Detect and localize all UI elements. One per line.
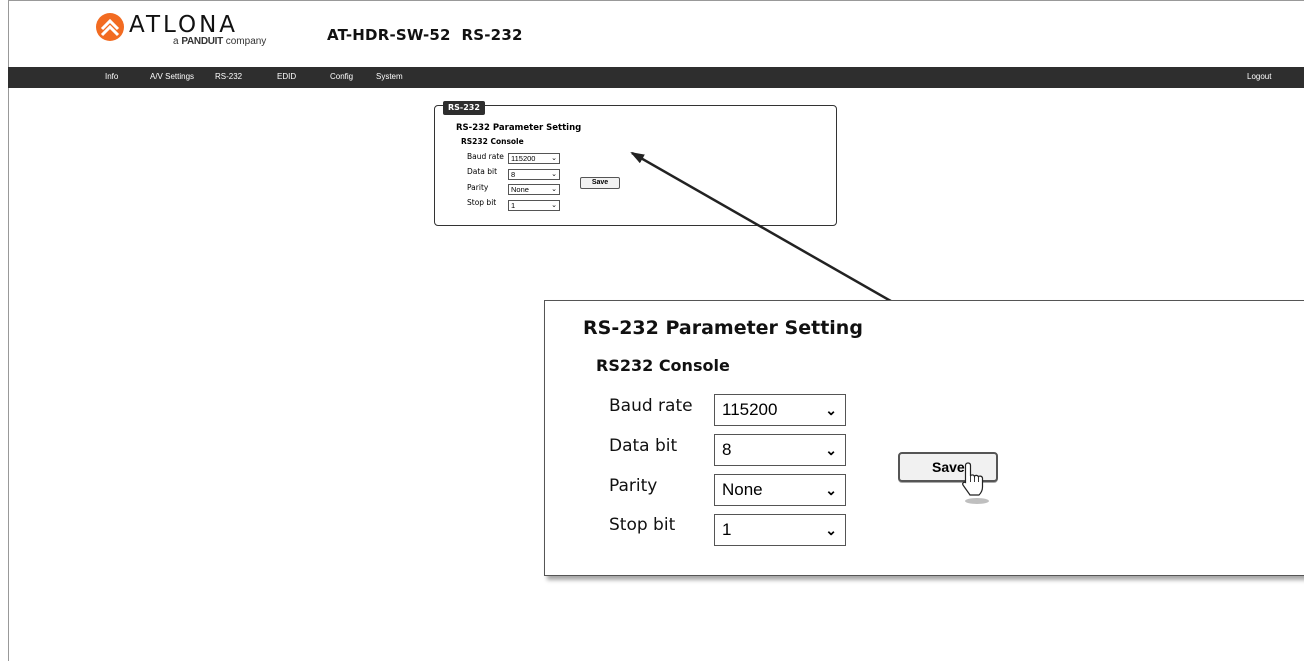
parity-value: None xyxy=(511,185,529,194)
chevron-down-icon: ⌄ xyxy=(825,522,837,538)
chevron-down-icon: ⌄ xyxy=(551,155,557,162)
chevron-down-icon: ⌄ xyxy=(551,171,557,178)
baud-rate-label: Baud rate xyxy=(467,152,504,161)
chevron-down-icon: ⌄ xyxy=(825,402,837,418)
parity-label: Parity xyxy=(467,183,489,192)
tagline-prefix: a xyxy=(173,36,179,47)
stop-bit-label: Stop bit xyxy=(467,198,497,207)
zoom-stop-bit-select[interactable]: 1 ⌄ xyxy=(714,514,846,546)
nav-item-av-settings[interactable]: A/V Settings xyxy=(150,72,194,81)
logo-tagline: a PANDUIT company xyxy=(173,36,266,47)
zoom-parity-label: Parity xyxy=(609,476,658,496)
page-title: AT-HDR-SW-52 RS-232 xyxy=(327,26,523,44)
zoom-data-bit-select[interactable]: 8 ⌄ xyxy=(714,434,846,466)
save-button[interactable]: Save xyxy=(580,177,620,189)
chevron-down-icon: ⌄ xyxy=(551,186,557,193)
zoom-baud-rate-select[interactable]: 115200 ⌄ xyxy=(714,394,846,426)
stop-bit-value: 1 xyxy=(511,201,516,210)
zoom-parity-value: None xyxy=(722,480,763,499)
zoom-stop-bit-value: 1 xyxy=(722,520,732,539)
baud-rate-select[interactable]: 115200 ⌄ xyxy=(508,153,560,164)
data-bit-label: Data bit xyxy=(467,167,498,176)
panel-subtitle: RS232 Console xyxy=(461,137,524,146)
zoom-stop-bit-label: Stop bit xyxy=(609,515,676,535)
atlona-logo-mark-icon xyxy=(96,13,124,41)
zoom-panel-title: RS-232 Parameter Setting xyxy=(583,317,863,339)
atlona-wordmark: ATLONA xyxy=(129,12,239,38)
chevron-down-icon: ⌄ xyxy=(825,442,837,458)
baud-rate-value: 115200 xyxy=(511,154,536,163)
atlona-logo: ATLONA a PANDUIT company xyxy=(95,12,266,47)
nav-item-info[interactable]: Info xyxy=(105,72,118,81)
zoom-panel-subtitle: RS232 Console xyxy=(596,356,730,375)
data-bit-select[interactable]: 8 ⌄ xyxy=(508,169,560,180)
tagline-suffix: company xyxy=(225,36,267,47)
zoom-baud-rate-value: 115200 xyxy=(722,400,778,419)
nav-item-edid[interactable]: EDID xyxy=(277,72,296,81)
zoom-data-bit-value: 8 xyxy=(722,440,732,459)
hand-pointer-icon xyxy=(962,462,989,504)
parity-select[interactable]: None ⌄ xyxy=(508,184,560,195)
nav-item-system[interactable]: System xyxy=(376,72,403,81)
panel-title: RS-232 Parameter Setting xyxy=(456,123,582,133)
logout-link[interactable]: Logout xyxy=(1247,72,1271,81)
nav-item-config[interactable]: Config xyxy=(330,72,353,81)
rs232-panel-tab: RS-232 xyxy=(443,101,485,115)
zoom-baud-rate-label: Baud rate xyxy=(609,396,693,416)
stop-bit-select[interactable]: 1 ⌄ xyxy=(508,200,560,211)
data-bit-value: 8 xyxy=(511,170,516,179)
chevron-down-icon: ⌄ xyxy=(825,482,837,498)
nav-item-rs232[interactable]: RS-232 xyxy=(215,72,242,81)
zoom-parity-select[interactable]: None ⌄ xyxy=(714,474,846,506)
tagline-brand: PANDUIT xyxy=(181,36,223,47)
zoom-data-bit-label: Data bit xyxy=(609,436,678,456)
chevron-down-icon: ⌄ xyxy=(551,202,557,209)
top-nav-bar: Info A/V Settings RS-232 EDID Config Sys… xyxy=(8,67,1304,88)
